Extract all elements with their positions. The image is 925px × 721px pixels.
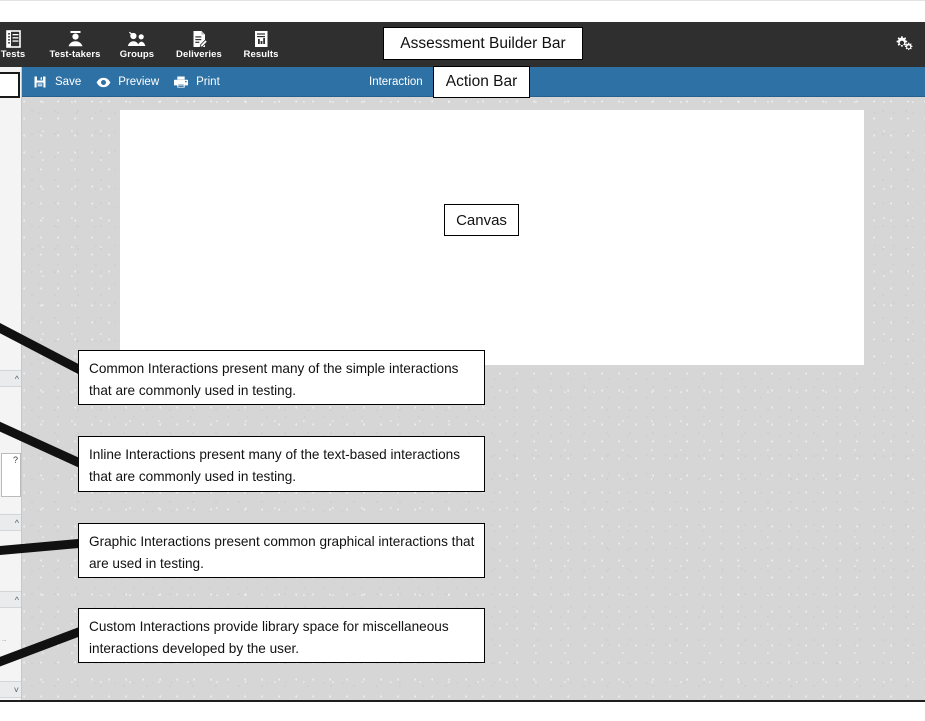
print-label: Print: [196, 76, 220, 88]
chevron-down-icon: ˅: [13, 684, 19, 695]
page-bottom-fill: [0, 702, 925, 721]
preview-label: Preview: [118, 76, 160, 88]
app-window: Tests Test-takers Groups Deliveries Resu…: [0, 0, 925, 721]
callout-custom-interactions: Custom Interactions provide library spac…: [78, 608, 485, 663]
sidebar-section-custom-interactions[interactable]: ˅: [0, 681, 21, 698]
nav-item-deliveries[interactable]: Deliveries: [168, 22, 230, 67]
callout-graphic-interactions: Graphic Interactions present common grap…: [78, 523, 485, 578]
groups-icon: [127, 30, 148, 48]
deliveries-icon: [191, 30, 208, 48]
label-action-bar: Action Bar: [433, 66, 530, 98]
nav-item-deliveries-label: Deliveries: [176, 48, 222, 60]
callout-common-text: Common Interactions present many of the …: [89, 361, 459, 399]
callout-inline-interactions: Inline Interactions present many of the …: [78, 436, 485, 492]
label-canvas: Canvas: [444, 204, 519, 236]
callout-custom-text: Custom Interactions provide library spac…: [89, 619, 449, 657]
label-assessment-builder-bar: Assessment Builder Bar: [383, 27, 583, 60]
callout-inline-text: Inline Interactions present many of the …: [89, 447, 461, 485]
test-taker-icon: [66, 30, 85, 48]
item-canvas[interactable]: [120, 110, 864, 365]
sidebar-search-input[interactable]: [0, 72, 20, 98]
chevron-up-icon: ^: [14, 517, 19, 528]
save-label: Save: [55, 76, 82, 88]
preview-button[interactable]: Preview: [93, 67, 171, 97]
sidebar-section-graphic-interactions[interactable]: ^: [0, 591, 21, 608]
nav-item-results[interactable]: Results: [230, 22, 292, 67]
nav-item-groups-label: Groups: [119, 48, 155, 60]
nav-item-tests-label: Tests: [0, 48, 26, 60]
nav-item-test-takers[interactable]: Test-takers: [44, 22, 106, 67]
action-bar-buttons: Save Preview Print: [30, 67, 232, 97]
nav-item-test-takers-label: Test-takers: [49, 48, 101, 60]
sidebar-section-common-interactions[interactable]: ^: [0, 370, 21, 387]
sidebar-section-inline-interactions[interactable]: ^: [0, 514, 21, 531]
chevron-up-icon: ^: [14, 594, 19, 605]
gears-icon: [892, 33, 914, 58]
sidebar-item-label: ...: [2, 637, 7, 643]
settings-button[interactable]: [890, 33, 916, 57]
callout-graphic-text: Graphic Interactions present common grap…: [89, 534, 475, 572]
nav-item-results-label: Results: [243, 48, 279, 60]
interaction-library-sidebar[interactable]: ^ ? ^ ^ ... ˅: [0, 67, 22, 700]
chevron-up-icon: ^: [14, 373, 19, 384]
eye-icon: [95, 77, 111, 88]
sidebar-interaction-tile[interactable]: ?: [1, 453, 21, 497]
printer-icon: [173, 76, 189, 88]
save-button[interactable]: Save: [30, 67, 93, 97]
print-button[interactable]: Print: [171, 67, 232, 97]
sidebar-tile-badge: ?: [12, 455, 18, 465]
nav-item-tests[interactable]: Tests: [0, 22, 44, 67]
save-icon: [32, 76, 48, 88]
nav-item-groups[interactable]: Groups: [106, 22, 168, 67]
browser-top-strip: [0, 0, 925, 22]
main-navigation: Tests Test-takers Groups Deliveries Resu…: [0, 22, 292, 67]
interaction-section-label: Interaction: [369, 76, 423, 88]
results-icon: [253, 30, 270, 48]
callout-common-interactions: Common Interactions present many of the …: [78, 350, 485, 405]
tests-icon: [5, 29, 22, 48]
